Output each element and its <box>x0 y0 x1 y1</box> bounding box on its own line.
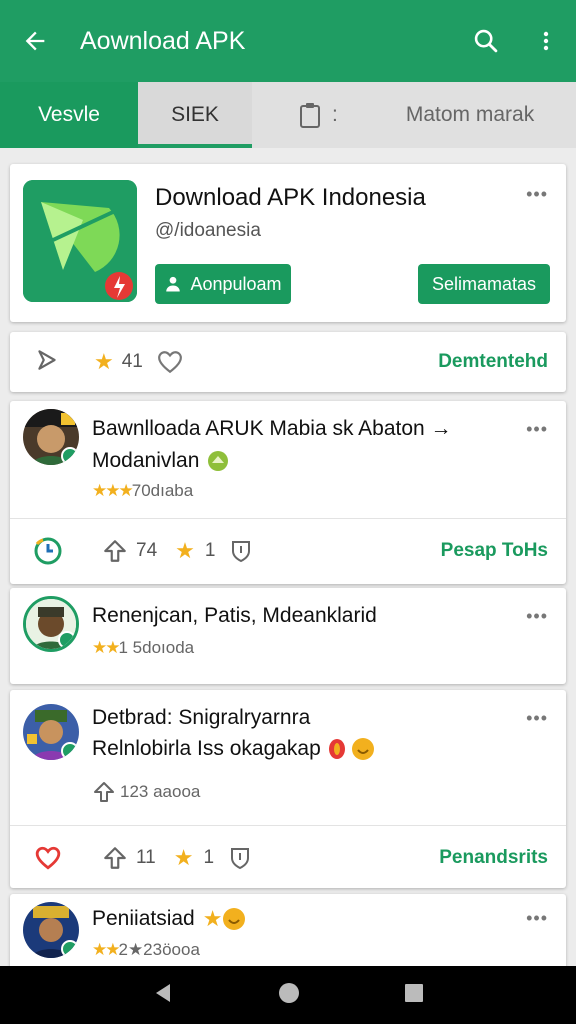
star-icon[interactable]: ★ <box>175 538 195 564</box>
tab-siek[interactable]: SIEK <box>138 82 252 148</box>
avatar <box>23 409 79 465</box>
app-name: Download APK Indonesia <box>155 184 426 211</box>
tab-vesvle[interactable]: Vesvle <box>0 82 138 148</box>
post-actions: 74 ★ 1 Pesap ToHs <box>10 518 566 584</box>
more-options-button[interactable]: ••• <box>526 606 548 627</box>
tab-separator: : <box>332 103 338 126</box>
tab-matom-marak[interactable]: : Matom marak <box>252 82 576 148</box>
thumb-up-icon <box>104 847 126 869</box>
more-options-button[interactable]: ••• <box>526 184 548 205</box>
more-options-button[interactable]: ••• <box>526 708 548 729</box>
secondary-action-label: Selimamatas <box>431 273 537 294</box>
post-meta: 1 5doıoda <box>118 638 195 657</box>
post-meta: 123 aaooa <box>120 782 201 801</box>
page-title: Aownload APK <box>80 26 246 55</box>
thumb-up-icon <box>104 540 126 562</box>
rating-stars: ★★ <box>92 638 121 657</box>
more-options-button[interactable]: ••• <box>526 908 548 929</box>
post-actions: 11 ★ 1 Penandsrits <box>10 825 566 891</box>
shield-icon <box>231 848 250 870</box>
post-title: Detbrad: Snigralryarnra <box>92 706 311 729</box>
app-bar: Aownload APK <box>0 0 576 82</box>
smile-emoji-icon <box>222 907 246 931</box>
online-badge <box>61 447 79 465</box>
stats-bar: ★ 41 Demtentehd <box>10 332 566 392</box>
search-button[interactable] <box>456 0 516 82</box>
shield-button[interactable] <box>229 539 253 563</box>
upvote-button[interactable] <box>102 845 128 871</box>
tab-label: Vesvle <box>38 103 100 126</box>
clipboard-icon <box>298 101 322 129</box>
rating-stars: ★★ <box>92 940 121 959</box>
nav-back-button[interactable] <box>152 982 174 1009</box>
avatar <box>23 596 79 652</box>
tab-label: SIEK <box>171 103 219 126</box>
app-logo <box>23 180 137 302</box>
tab-label: Matom marak <box>405 103 535 126</box>
shield-button[interactable] <box>228 846 252 870</box>
avatar <box>23 704 79 760</box>
like-button[interactable] <box>157 350 183 374</box>
stats-action-link[interactable]: Demtentehd <box>438 351 548 373</box>
star-count: 1 <box>203 847 215 868</box>
more-options-button[interactable]: ••• <box>526 419 548 440</box>
stat-count: 41 <box>121 351 143 372</box>
clock-icon <box>34 537 62 565</box>
list-item[interactable]: Detbrad: Snigralryarnra Relnlobirla Iss … <box>10 690 566 888</box>
star-icon: ★ <box>202 906 223 931</box>
search-icon <box>474 29 498 53</box>
post-title: Peniiatsiad <box>92 907 195 930</box>
primary-action-label: Aonpuloam <box>190 273 282 294</box>
rating-stars: ★★★ <box>92 481 134 500</box>
online-badge <box>61 742 79 760</box>
list-item[interactable]: Renenjcan, Patis, Mdeanklarid ★★1 5doıod… <box>10 588 566 684</box>
nav-home-button[interactable] <box>277 981 301 1010</box>
post-meta: 2★23öooa <box>118 940 200 959</box>
post-action-link[interactable]: Pesap ToHs <box>441 540 548 562</box>
favorite-button[interactable] <box>32 846 64 870</box>
square-recents-icon <box>405 983 424 1002</box>
list-item[interactable]: Bawnlloada ARUK Mabia sk Abaton → Modani… <box>10 401 566 584</box>
overflow-menu-button[interactable] <box>516 0 576 82</box>
star-icon[interactable]: ★ <box>174 845 194 871</box>
person-icon <box>166 276 181 292</box>
share-button[interactable] <box>34 347 60 378</box>
history-button[interactable] <box>32 536 64 566</box>
primary-action-button[interactable]: Aonpuloam <box>155 264 291 304</box>
system-nav-bar <box>0 966 576 1024</box>
online-badge <box>58 631 76 649</box>
upvote-count: 11 <box>136 847 156 868</box>
list-item[interactable]: Peniiatsiad ★ ★★2★23öooa ••• <box>10 894 566 974</box>
upvote-count: 74 <box>136 540 158 561</box>
back-button[interactable] <box>0 0 70 82</box>
app-handle: @/idoanesia <box>155 220 261 241</box>
shield-icon <box>232 541 251 563</box>
post-action-link[interactable]: Penandsrits <box>439 847 548 869</box>
avatar <box>23 902 79 958</box>
smile-emoji-icon <box>351 737 375 761</box>
tab-bar: Vesvle SIEK : Matom marak <box>0 82 576 148</box>
heart-icon <box>157 351 182 374</box>
upvote-button[interactable] <box>102 538 128 564</box>
lime-emoji-icon <box>207 450 229 472</box>
circle-home-icon <box>278 982 299 1003</box>
post-subtitle: Relnlobirla Iss okagakap <box>92 737 321 760</box>
post-subtitle: Modanivlan <box>92 449 200 472</box>
app-header-card: Download APK Indonesia @/idoanesia ••• A… <box>10 164 566 322</box>
post-title: Renenjcan, Patis, Mdeanklarid <box>92 604 377 627</box>
heart-icon <box>35 846 61 870</box>
red-emoji-icon <box>327 737 347 761</box>
post-meta: 70dıaba <box>131 481 194 500</box>
share-icon <box>38 349 56 370</box>
star-count: 1 <box>204 540 216 561</box>
arrow-left-icon <box>25 31 45 51</box>
triangle-back-icon <box>155 983 170 1002</box>
secondary-action-button[interactable]: Selimamatas <box>418 264 550 304</box>
post-title: Bawnlloada ARUK Mabia sk Abaton → <box>92 417 452 440</box>
online-badge <box>61 940 79 958</box>
upvote-icon <box>94 782 114 802</box>
more-vert-icon <box>543 31 549 51</box>
nav-recents-button[interactable] <box>404 983 424 1008</box>
star-icon: ★ <box>94 349 114 374</box>
